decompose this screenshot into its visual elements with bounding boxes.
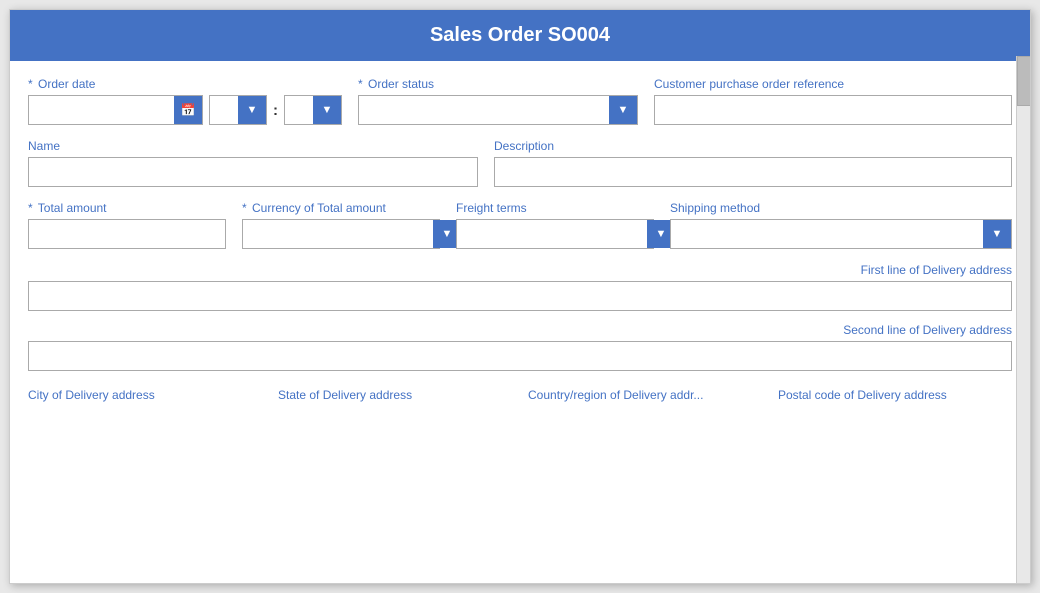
description-label: Description — [494, 139, 1012, 153]
calendar-button[interactable]: 📅 — [174, 96, 202, 124]
header-title: Sales Order SO004 — [430, 24, 610, 46]
currency-input[interactable]: USD — [243, 220, 433, 248]
currency-select-wrapper: USD ▼ — [242, 219, 440, 249]
freight-terms-group: Freight terms FOB ▼ — [456, 201, 654, 249]
row-amounts: * Total amount 350 * Currency of Total a… — [28, 201, 1012, 249]
customer-po-group: Customer purchase order reference — [654, 77, 1012, 125]
order-date-inputs: 2/4/2016 📅 16 ▼ : 00 ▼ — [28, 95, 342, 125]
freight-select-wrapper: FOB ▼ — [456, 219, 654, 249]
currency-group: * Currency of Total amount USD ▼ — [242, 201, 440, 249]
currency-label: * Currency of Total amount — [242, 201, 440, 215]
postal-label-group: Postal code of Delivery address — [778, 387, 1012, 402]
order-status-group: * Order status Invoice ▼ — [358, 77, 638, 125]
row-addr2: Second line of Delivery address APT 723 — [28, 323, 1012, 371]
state-label-group: State of Delivery address — [278, 387, 512, 402]
hour-chevron[interactable]: ▼ — [238, 96, 266, 124]
shipping-method-label: Shipping method — [670, 201, 1012, 215]
addr1-label: First line of Delivery address — [861, 263, 1012, 277]
description-input[interactable]: Tricia Hess — [494, 157, 1012, 187]
time-colon: : — [273, 102, 278, 119]
form-header: Sales Order SO004 — [10, 10, 1030, 61]
minute-chevron[interactable]: ▼ — [313, 96, 341, 124]
scrollbar-thumb[interactable] — [1017, 56, 1031, 106]
row-order-info: * Order date 2/4/2016 📅 16 ▼ : — [28, 77, 1012, 125]
minute-input[interactable]: 00 — [285, 96, 313, 124]
name-input[interactable]: Lynn Haney — [28, 157, 478, 187]
total-amount-group: * Total amount 350 — [28, 201, 226, 249]
name-group: Name Lynn Haney — [28, 139, 478, 187]
addr2-label: Second line of Delivery address — [843, 323, 1012, 337]
description-group: Description Tricia Hess — [494, 139, 1012, 187]
page-background: Sales Order SO004 * Order date 2/4/2016 … — [0, 0, 1040, 593]
scrollbar-track[interactable] — [1016, 56, 1030, 583]
name-label: Name — [28, 139, 478, 153]
addr1-input[interactable]: 123 Gray Rd — [28, 281, 1012, 311]
minute-wrapper: 00 ▼ — [284, 95, 342, 125]
row-addr-bottom-labels: City of Delivery address State of Delive… — [28, 383, 1012, 402]
shipping-method-group: Shipping method AirBorne ▼ — [670, 201, 1012, 249]
order-date-label: * Order date — [28, 77, 342, 91]
freight-input[interactable]: FOB — [457, 220, 647, 248]
shipping-select-wrapper: AirBorne ▼ — [670, 219, 1012, 249]
total-amount-label: * Total amount — [28, 201, 226, 215]
hour-wrapper: 16 ▼ — [209, 95, 267, 125]
order-status-input[interactable]: Invoice — [359, 96, 609, 124]
date-picker-wrapper: 2/4/2016 📅 — [28, 95, 203, 125]
order-date-group: * Order date 2/4/2016 📅 16 ▼ : — [28, 77, 342, 125]
hour-input[interactable]: 16 — [210, 96, 238, 124]
form-container: Sales Order SO004 * Order date 2/4/2016 … — [9, 9, 1031, 584]
country-label: Country/region of Delivery addr... — [528, 388, 703, 402]
order-status-label: * Order status — [358, 77, 638, 91]
required-star3: * — [28, 201, 33, 215]
freight-terms-label: Freight terms — [456, 201, 654, 215]
total-amount-input[interactable]: 350 — [28, 219, 226, 249]
required-star4: * — [242, 201, 247, 215]
addr2-input[interactable]: APT 723 — [28, 341, 1012, 371]
customer-po-label: Customer purchase order reference — [654, 77, 1012, 91]
shipping-chevron[interactable]: ▼ — [983, 220, 1011, 248]
shipping-input[interactable]: AirBorne — [671, 220, 983, 248]
order-status-select-wrapper: Invoice ▼ — [358, 95, 638, 125]
required-star: * — [28, 77, 33, 91]
city-label: City of Delivery address — [28, 388, 155, 402]
customer-po-input[interactable] — [654, 95, 1012, 125]
row-name-desc: Name Lynn Haney Description Tricia Hess — [28, 139, 1012, 187]
city-label-group: City of Delivery address — [28, 387, 262, 402]
date-input[interactable]: 2/4/2016 — [29, 96, 174, 124]
required-star2: * — [358, 77, 363, 91]
state-label: State of Delivery address — [278, 388, 412, 402]
form-body: * Order date 2/4/2016 📅 16 ▼ : — [10, 61, 1030, 402]
country-label-group: Country/region of Delivery addr... — [528, 387, 762, 402]
row-addr1: First line of Delivery address 123 Gray … — [28, 263, 1012, 311]
order-status-chevron[interactable]: ▼ — [609, 96, 637, 124]
postal-label: Postal code of Delivery address — [778, 388, 947, 402]
